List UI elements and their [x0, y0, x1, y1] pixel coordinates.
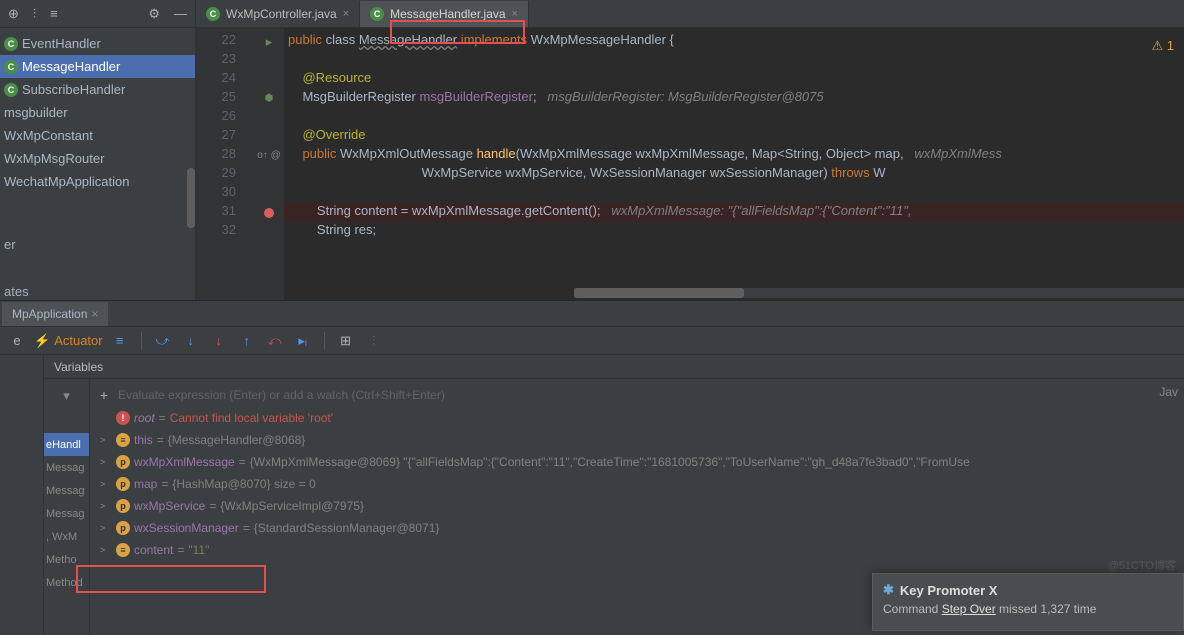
notification-popup[interactable]: ✱Key Promoter X Command Step Over missed…	[872, 573, 1184, 631]
plugin-icon: ✱	[883, 582, 894, 598]
debug-toolbar: e ⚡Actuator ≡ ⤻ ↓ ↓ ↑ ⤺ ▸ᵢ ⊞ ⫶	[0, 327, 1184, 355]
frame-item[interactable]: Messag	[44, 479, 89, 502]
variable-row[interactable]: >≡content = "11"	[90, 539, 1184, 561]
gear-icon[interactable]: ⚙	[148, 6, 160, 22]
tree-item[interactable]: CEventHandler	[0, 32, 195, 55]
watermark: @51CTO博客	[1108, 557, 1176, 573]
param-icon: p	[116, 455, 130, 469]
tree-item[interactable]: msgbuilder	[0, 101, 195, 124]
frame-item[interactable]: eHandl	[44, 433, 89, 456]
variable-row[interactable]: >≡this = {MessageHandler@8068}	[90, 429, 1184, 451]
frame-item[interactable]: Messag	[44, 502, 89, 525]
close-icon[interactable]: ×	[512, 8, 518, 20]
frame-item[interactable]: Method	[44, 571, 89, 594]
code-area[interactable]: 22 23 24 25 26 27 28 29 30 31 32 ▸ ⬢ o↑ …	[196, 28, 1184, 300]
override-icon[interactable]: o↑ @	[257, 150, 281, 161]
gutter: 22 23 24 25 26 27 28 29 30 31 32	[196, 28, 254, 300]
scrollbar-thumb[interactable]	[187, 168, 195, 228]
console-icon[interactable]: e	[6, 330, 28, 352]
close-icon[interactable]: ×	[343, 8, 349, 20]
gutter-icons: ▸ ⬢ o↑ @	[254, 28, 284, 300]
actuator-icon: ⚡	[34, 333, 50, 349]
editor: C WxMpController.java × C MessageHandler…	[196, 0, 1184, 300]
variable-row[interactable]: >pmap = {HashMap@8070} size = 0	[90, 473, 1184, 495]
minimize-icon[interactable]: —	[174, 6, 187, 21]
threads-icon[interactable]: ≡	[109, 330, 131, 352]
debug-tab[interactable]: MpApplication×	[2, 302, 108, 326]
tree-item[interactable]: WxMpMsgRouter	[0, 147, 195, 170]
tree-item[interactable]: ates	[0, 280, 195, 300]
class-icon: C	[206, 7, 220, 21]
bean-icon[interactable]: ⬢	[265, 93, 274, 104]
variable-row[interactable]: >pwxMpService = {WxMpServiceImpl@7975}	[90, 495, 1184, 517]
variable-row[interactable]: !root = Cannot find local variable 'root…	[90, 407, 1184, 429]
trace-icon[interactable]: ⫶	[363, 330, 385, 352]
field-icon: ≡	[116, 433, 130, 447]
param-icon: p	[116, 521, 130, 535]
run-cursor-icon[interactable]: ▸ᵢ	[292, 330, 314, 352]
tree-item[interactable]: er	[0, 233, 195, 256]
evaluate-input[interactable]: + Evaluate expression (Enter) or add a w…	[90, 383, 1184, 407]
variable-row[interactable]: >pwxSessionManager = {StandardSessionMan…	[90, 517, 1184, 539]
debug-left-toolbar	[0, 355, 44, 635]
tab[interactable]: C WxMpController.java ×	[196, 1, 360, 27]
expand-icon[interactable]: ≡	[50, 6, 58, 21]
class-icon: C	[4, 60, 18, 74]
frame-item[interactable]: Messag	[44, 456, 89, 479]
breakpoint-icon[interactable]	[264, 208, 274, 218]
collapse-icon[interactable]: ⫶	[33, 6, 36, 22]
horizontal-scrollbar[interactable]	[574, 288, 1184, 298]
variables-header: Variables	[44, 355, 1184, 379]
frame-item[interactable]: Metho	[44, 548, 89, 571]
code-body[interactable]: public class MessageHandler implements W…	[284, 28, 1184, 300]
tree-item[interactable]: CMessageHandler	[0, 55, 195, 78]
step-over-icon[interactable]: ⤻	[152, 330, 174, 352]
field-icon: ≡	[116, 543, 130, 557]
class-icon: C	[4, 37, 18, 51]
variable-row[interactable]: >pwxMpXmlMessage = {WxMpXmlMessage@8069}…	[90, 451, 1184, 473]
editor-tabs: C WxMpController.java × C MessageHandler…	[196, 0, 1184, 28]
force-step-icon[interactable]: ↓	[208, 330, 230, 352]
tree-item[interactable]: WechatMpApplication	[0, 170, 195, 193]
param-icon: p	[116, 499, 130, 513]
frames-column: ▾ eHandl Messag Messag Messag , WxM Meth…	[44, 379, 90, 635]
step-into-icon[interactable]: ↓	[180, 330, 202, 352]
tree-item[interactable]: WxMpConstant	[0, 124, 195, 147]
project-tree: CEventHandler CMessageHandler CSubscribe…	[0, 28, 195, 300]
error-icon: !	[116, 411, 130, 425]
drop-frame-icon[interactable]: ⤺	[264, 330, 286, 352]
class-icon: C	[370, 7, 384, 21]
warning-icon[interactable]: ⚠ 1	[1152, 38, 1175, 54]
target-icon[interactable]: ⊕	[8, 6, 19, 22]
run-icon[interactable]: ▸	[266, 34, 273, 50]
class-icon: C	[4, 83, 18, 97]
sidebar-toolbar: ⊕ ⫶ ≡ ⚙ —	[0, 0, 195, 28]
param-icon: p	[116, 477, 130, 491]
project-sidebar: ⊕ ⫶ ≡ ⚙ — CEventHandler CMessageHandler …	[0, 0, 196, 300]
evaluate-icon[interactable]: ⊞	[335, 330, 357, 352]
debug-tabs: MpApplication×	[0, 301, 1184, 327]
add-watch-icon[interactable]: +	[98, 387, 110, 403]
tab[interactable]: C MessageHandler.java ×	[360, 1, 529, 27]
frame-item[interactable]: , WxM	[44, 525, 89, 548]
tree-item[interactable]: CSubscribeHandler	[0, 78, 195, 101]
step-out-icon[interactable]: ↑	[236, 330, 258, 352]
actuator-button[interactable]: ⚡Actuator	[34, 333, 103, 349]
